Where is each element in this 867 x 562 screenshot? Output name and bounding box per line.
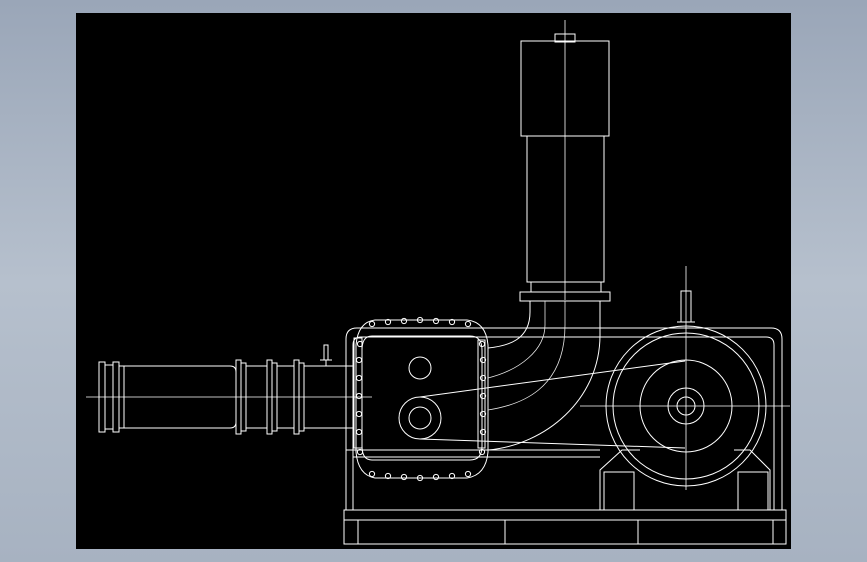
bolt-hole xyxy=(356,393,361,398)
rotor-upper xyxy=(409,357,431,379)
bolt-hole xyxy=(433,474,438,479)
discharge-elbow xyxy=(488,301,600,450)
bolt-hole xyxy=(356,357,361,362)
skid-enclosure xyxy=(346,328,782,510)
bolt-hole xyxy=(369,321,374,326)
bolt-hole xyxy=(401,474,406,479)
bolt-hole xyxy=(465,471,470,476)
bolt-hole xyxy=(356,429,361,434)
bolt-hole xyxy=(369,471,374,476)
bolt-hole xyxy=(401,318,406,323)
rotor-lower-inner xyxy=(409,407,431,429)
rotor-lower-outer xyxy=(399,397,441,439)
bolt-hole xyxy=(356,411,361,416)
blower-head xyxy=(354,317,488,480)
bolt-hole xyxy=(356,375,361,380)
flange-bolts xyxy=(356,317,485,480)
bolt-hole xyxy=(433,318,438,323)
base-frame xyxy=(344,510,786,544)
motor-support xyxy=(600,291,770,510)
inlet-silencer xyxy=(99,345,354,434)
bolt-hole xyxy=(465,321,470,326)
cad-drawing xyxy=(76,13,791,549)
centerlines xyxy=(86,20,790,490)
cad-viewport[interactable] xyxy=(76,13,791,549)
